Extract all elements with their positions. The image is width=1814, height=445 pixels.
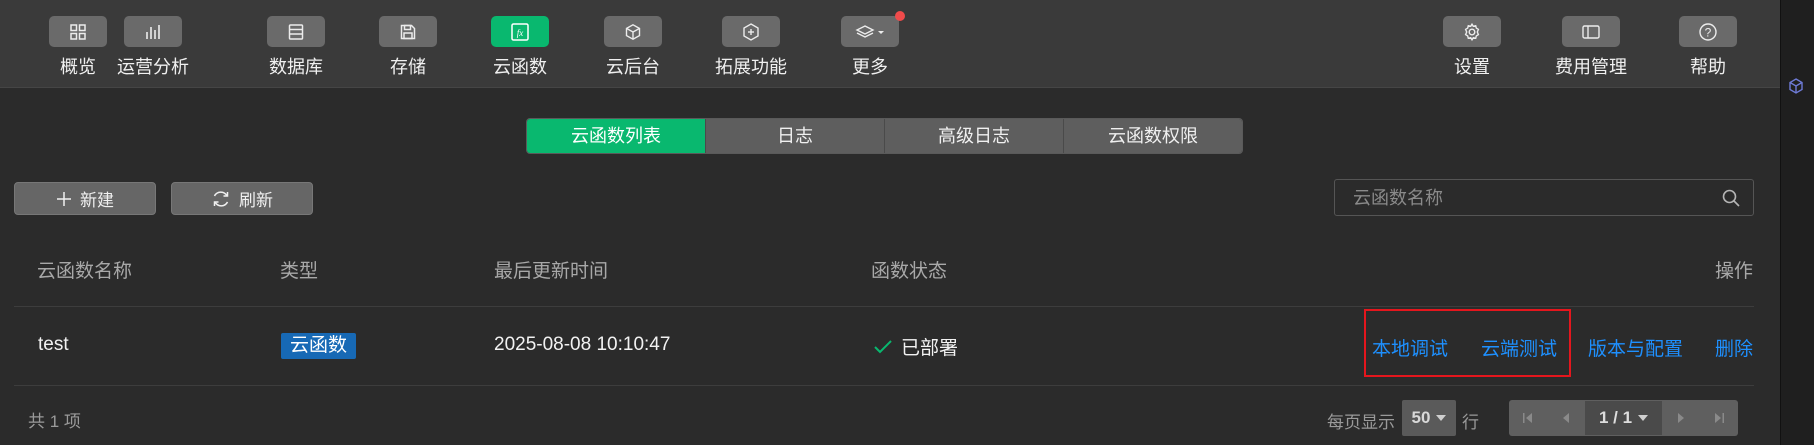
row-updated-time: 2025-08-08 10:10:47 (494, 334, 671, 355)
toolbar-analytics[interactable]: 运营分析 (103, 16, 203, 79)
tab-function-list[interactable]: 云函数列表 (527, 119, 706, 153)
cloud-backend-icon (604, 16, 662, 47)
cloud-function-icon: fx (491, 16, 549, 47)
toolbar-more-label: 更多 (852, 57, 888, 77)
header-updated: 最后更新时间 (494, 261, 609, 282)
more-layers-icon (841, 11, 905, 47)
per-page-label: 每页显示 (1327, 413, 1395, 432)
toolbar-settings[interactable]: 设置 (1422, 16, 1522, 79)
row-status: 已部署 (873, 333, 958, 360)
toolbar-cloud-function-label: 云函数 (493, 57, 547, 77)
toolbar-cloud-backend[interactable]: 云后台 (583, 16, 683, 79)
svg-text:?: ? (1705, 25, 1712, 39)
toolbar-help-label: 帮助 (1690, 57, 1726, 77)
new-button-label: 新建 (80, 191, 114, 210)
first-page-button[interactable] (1509, 400, 1547, 436)
chevron-down-icon (1436, 415, 1447, 421)
toolbar-analytics-label: 运营分析 (117, 57, 189, 77)
version-config-link[interactable]: 版本与配置 (1588, 334, 1683, 361)
toolbar-storage-label: 存储 (390, 57, 426, 77)
delete-link[interactable]: 删除 (1715, 334, 1753, 361)
toolbar-more[interactable]: 更多 (820, 11, 920, 79)
toolbar-help[interactable]: ? 帮助 (1658, 16, 1758, 79)
row-type-badge: 云函数 (281, 333, 357, 359)
search-icon[interactable] (1721, 188, 1741, 208)
total-count: 共 1 项 (28, 412, 81, 431)
toolbar-billing-label: 费用管理 (1555, 57, 1627, 77)
notification-dot (895, 11, 905, 21)
header-name: 云函数名称 (37, 261, 133, 282)
function-tabs: 云函数列表 日志 高级日志 云函数权限 (526, 118, 1243, 154)
chevron-down-icon (1638, 415, 1649, 421)
search-box (1334, 179, 1754, 217)
table-divider (14, 385, 1754, 386)
toolbar-storage[interactable]: 存储 (358, 16, 458, 79)
tab-function-permissions[interactable]: 云函数权限 (1064, 119, 1242, 153)
search-input[interactable] (1351, 180, 1715, 217)
svg-text:fx: fx (517, 28, 524, 38)
refresh-icon (213, 190, 229, 207)
toolbar-cloud-function[interactable]: fx 云函数 (470, 16, 570, 79)
table-divider (14, 306, 1754, 307)
header-operations: 操作 (1715, 261, 1754, 282)
toolbar-cloud-backend-label: 云后台 (606, 57, 660, 77)
tab-advanced-logs[interactable]: 高级日志 (885, 119, 1064, 153)
storage-icon (379, 16, 437, 47)
page-selector[interactable]: 1 / 1 (1585, 401, 1662, 435)
highlight-box (1364, 309, 1571, 377)
header-status: 函数状态 (871, 261, 948, 282)
pagination: 1 / 1 (1509, 400, 1738, 436)
per-page-suffix: 行 (1462, 413, 1479, 432)
top-toolbar: 概览 运营分析 数据库 存储 fx 云函数 云后台 拓展功能 更多 设置 费用管… (0, 0, 1780, 88)
prev-page-icon (1563, 413, 1569, 423)
extension-icon (722, 16, 780, 47)
check-icon (874, 339, 892, 353)
gear-icon (1443, 16, 1501, 47)
cube-icon[interactable] (1787, 77, 1805, 95)
next-page-button[interactable] (1662, 400, 1700, 436)
toolbar-billing[interactable]: 费用管理 (1541, 16, 1641, 79)
last-page-icon (1715, 413, 1724, 423)
analytics-icon (124, 16, 182, 47)
toolbar-database-label: 数据库 (269, 57, 323, 77)
tab-logs[interactable]: 日志 (706, 119, 885, 153)
row-status-label: 已部署 (901, 338, 959, 359)
per-page-value: 50 (1411, 408, 1431, 427)
refresh-button-label: 刷新 (239, 191, 273, 210)
per-page-select[interactable]: 50 (1402, 400, 1456, 436)
row-function-name: test (38, 334, 69, 355)
help-icon: ? (1679, 16, 1737, 47)
page-display: 1 / 1 (1598, 408, 1633, 427)
database-icon (267, 16, 325, 47)
plus-icon (57, 191, 71, 206)
next-page-icon (1678, 413, 1684, 423)
toolbar-database[interactable]: 数据库 (246, 16, 346, 79)
right-side-panel (1780, 0, 1814, 445)
billing-icon (1562, 16, 1620, 47)
header-type: 类型 (280, 261, 319, 282)
last-page-button[interactable] (1700, 400, 1738, 436)
new-button[interactable]: 新建 (14, 182, 156, 215)
first-page-icon (1523, 413, 1532, 423)
prev-page-button[interactable] (1547, 400, 1585, 436)
toolbar-extension[interactable]: 拓展功能 (701, 16, 801, 79)
overview-icon (49, 16, 107, 47)
toolbar-settings-label: 设置 (1454, 57, 1490, 77)
toolbar-extension-label: 拓展功能 (715, 57, 787, 77)
refresh-button[interactable]: 刷新 (171, 182, 313, 215)
